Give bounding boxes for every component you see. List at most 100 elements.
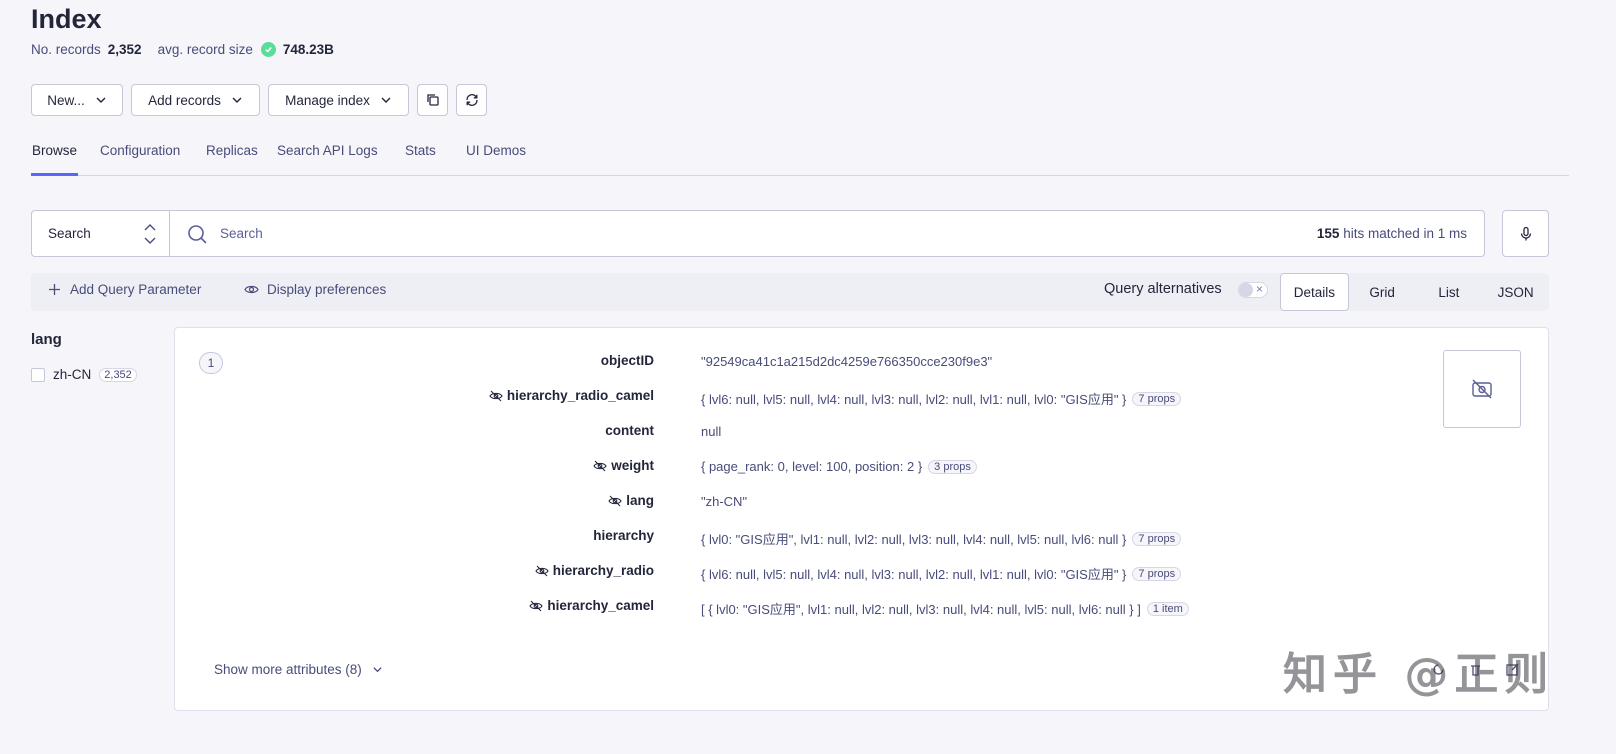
facet-checkbox[interactable] <box>31 367 45 382</box>
facet-item-label: zh-CN <box>53 367 92 382</box>
view-grid[interactable]: Grid <box>1349 273 1416 311</box>
add-records-label: Add records <box>148 92 221 108</box>
attribute-value-text: { lvl0: "GIS应用", lvl1: null, lvl2: null,… <box>701 532 1127 547</box>
tab-replicas[interactable]: Replicas <box>206 143 258 158</box>
attribute-value: { lvl0: "GIS应用", lvl1: null, lvl2: null,… <box>701 529 1182 548</box>
attribute-value-text: { page_rank: 0, level: 100, position: 2 … <box>701 459 923 474</box>
chevron-down-icon <box>96 97 106 103</box>
attribute-key: hierarchy_radio <box>535 563 654 578</box>
tab-search-api-logs[interactable]: Search API Logs <box>277 143 378 158</box>
attribute-key-label: hierarchy <box>593 528 654 543</box>
results-toolbar: Add Query Parameter Display preferences … <box>31 273 1549 311</box>
tab-stats[interactable]: Stats <box>405 143 436 158</box>
chevron-down-icon <box>381 97 391 103</box>
check-icon <box>260 42 276 57</box>
attribute-key: hierarchy_camel <box>529 598 654 613</box>
attribute-value: { lvl6: null, lvl5: null, lvl4: null, lv… <box>701 389 1182 408</box>
attribute-value-text: { lvl6: null, lvl5: null, lvl4: null, lv… <box>701 392 1127 407</box>
query-alternatives-toggle[interactable] <box>1238 282 1268 298</box>
attribute-value: { lvl6: null, lvl5: null, lvl4: null, lv… <box>701 564 1182 583</box>
show-more-attributes[interactable]: Show more attributes (8) <box>214 662 383 677</box>
new-button[interactable]: New... <box>31 84 123 116</box>
attribute-key: lang <box>608 493 654 508</box>
no-image-icon <box>1472 379 1492 399</box>
display-preferences-label: Display preferences <box>267 282 387 297</box>
show-more-label: Show more attributes (8) <box>214 662 362 677</box>
search-input[interactable] <box>220 211 1120 256</box>
search-type-select[interactable]: Search <box>32 211 170 256</box>
add-records-button[interactable]: Add records <box>131 84 260 116</box>
attribute-key-label: lang <box>626 493 654 508</box>
props-count-badge: 7 props <box>1132 566 1182 581</box>
eye-off-icon <box>593 460 607 471</box>
chevron-down-icon <box>232 97 242 103</box>
facet-item-count: 2,352 <box>99 367 137 382</box>
manage-index-label: Manage index <box>285 92 370 108</box>
image-placeholder <box>1443 350 1521 428</box>
attribute-key: content <box>605 423 654 438</box>
watermark: 知乎 @正则 <box>1283 649 1555 700</box>
eye-off-icon <box>489 390 503 401</box>
attribute-value-text: "92549ca41c1a215d2dc4259e766350cce230f9e… <box>701 354 993 369</box>
attribute-key-label: hierarchy_camel <box>547 598 654 613</box>
tab-browse[interactable]: Browse <box>32 143 77 158</box>
attribute-key: objectID <box>601 353 654 368</box>
attribute-key-label: objectID <box>600 353 654 368</box>
eye-off-icon <box>608 495 622 506</box>
props-count-badge: 7 props <box>1132 391 1182 406</box>
refresh-button[interactable] <box>456 84 487 116</box>
search-icon <box>188 225 207 244</box>
attribute-value: "92549ca41c1a215d2dc4259e766350cce230f9e… <box>701 354 992 369</box>
hits-summary: 155 hits matched in 1 ms <box>1317 226 1467 241</box>
attribute-value-text: { lvl6: null, lvl5: null, lvl4: null, lv… <box>701 567 1127 582</box>
attribute-key-label: content <box>605 423 654 438</box>
microphone-icon <box>1520 226 1531 240</box>
hits-text: hits matched in 1 ms <box>1343 226 1467 241</box>
eye-off-icon <box>529 600 544 611</box>
record-number: 1 <box>199 352 223 374</box>
records-label: No. records <box>31 42 101 57</box>
new-button-label: New... <box>47 92 85 108</box>
facet-item[interactable]: zh-CN 2,352 <box>31 367 137 382</box>
updown-chevron-icon <box>144 224 156 244</box>
attribute-key-label: hierarchy_radio <box>552 563 654 578</box>
hits-count: 155 <box>1316 226 1340 241</box>
attribute-value: "zh-CN" <box>701 494 747 509</box>
refresh-icon <box>465 94 478 106</box>
manage-index-button[interactable]: Manage index <box>268 84 409 116</box>
attribute-key: hierarchy <box>593 528 654 543</box>
eye-off-icon <box>535 565 549 576</box>
attribute-value: [ { lvl0: "GIS应用", lvl1: null, lvl2: nul… <box>701 599 1189 618</box>
view-details[interactable]: Details <box>1280 273 1349 311</box>
view-json[interactable]: JSON <box>1482 273 1549 311</box>
search-bar: Search 155 hits matched in 1 ms <box>31 210 1485 257</box>
plus-icon <box>49 284 60 295</box>
add-query-parameter-label: Add Query Parameter <box>70 282 202 297</box>
attribute-value-text: [ { lvl0: "GIS应用", lvl1: null, lvl2: nul… <box>701 602 1141 617</box>
eye-icon <box>244 285 259 294</box>
attribute-key: weight <box>593 458 654 473</box>
attribute-key: hierarchy_radio_camel <box>489 388 654 403</box>
search-type-label: Search <box>48 226 91 241</box>
index-stats: No. records 2,352 avg. record size 748.2… <box>31 42 334 57</box>
display-preferences-button[interactable]: Display preferences <box>244 282 386 297</box>
tab-ui-demos[interactable]: UI Demos <box>466 143 526 158</box>
copy-index-button[interactable] <box>417 84 448 116</box>
attribute-value-text: null <box>701 424 722 439</box>
props-count-badge: 3 props <box>928 459 977 474</box>
attribute-value-text: "zh-CN" <box>701 494 748 509</box>
voice-search-button[interactable] <box>1502 210 1549 257</box>
tab-bar: Browse Configuration Replicas Search API… <box>31 138 1569 176</box>
view-list[interactable]: List <box>1416 273 1483 311</box>
copy-icon <box>426 94 439 106</box>
page-title: Index <box>31 4 102 34</box>
chevron-down-icon <box>373 667 382 673</box>
view-switcher: Details Grid List JSON <box>1280 273 1549 311</box>
props-count-badge: 7 props <box>1132 531 1182 546</box>
attribute-key-label: weight <box>611 458 654 473</box>
add-query-parameter-button[interactable]: Add Query Parameter <box>47 282 201 297</box>
query-alternatives-label: Query alternatives <box>1104 281 1222 297</box>
record-size-value: 748.23B <box>282 42 334 57</box>
tab-configuration[interactable]: Configuration <box>100 143 180 158</box>
attribute-value: null <box>701 424 721 439</box>
